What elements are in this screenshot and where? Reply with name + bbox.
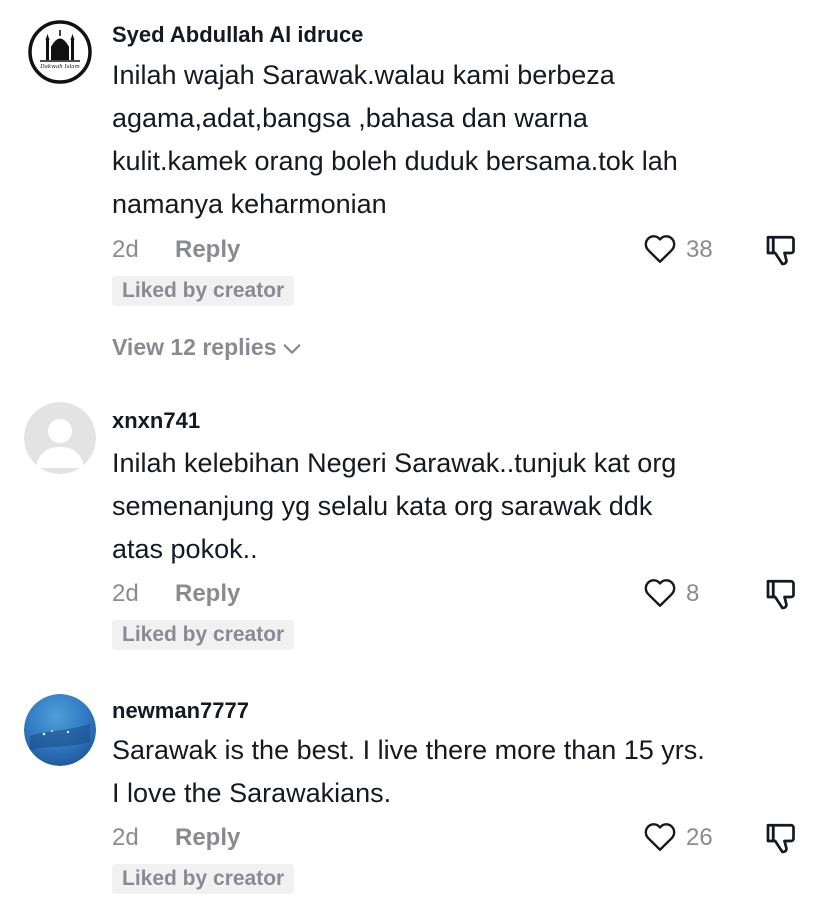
photo-avatar-icon — [24, 694, 96, 766]
reply-button[interactable]: Reply — [175, 236, 240, 264]
comment-text-line: kulit.kamek orang boleh duduk bersama.to… — [112, 146, 678, 176]
avatar-caption: Dakwah Islam — [39, 64, 80, 70]
like-button[interactable] — [642, 575, 678, 611]
view-replies-button[interactable]: View 12 replies — [112, 334, 303, 361]
comment-timestamp: 2d — [112, 236, 139, 263]
username[interactable]: xnxn741 — [112, 408, 200, 434]
username[interactable]: newman7777 — [112, 698, 249, 724]
comment-text: Inilah kelebihan Negeri Sarawak..tunjuk … — [112, 442, 812, 571]
comment-text: Sarawak is the best. I live there more t… — [112, 729, 812, 815]
like-button[interactable] — [642, 231, 678, 267]
comment-timestamp: 2d — [112, 824, 139, 851]
avatar[interactable] — [24, 402, 96, 474]
reply-button[interactable]: Reply — [175, 824, 240, 852]
comment-text-line: agama,adat,bangsa ,bahasa dan warna — [112, 103, 588, 133]
heart-icon — [644, 579, 676, 607]
view-replies-label: View 12 replies — [112, 334, 277, 360]
liked-by-creator-badge: Liked by creator — [112, 864, 295, 894]
liked-by-creator-badge: Liked by creator — [112, 276, 295, 306]
chevron-down-icon — [283, 344, 300, 354]
reply-button[interactable]: Reply — [175, 580, 240, 608]
like-count: 38 — [686, 236, 713, 263]
thumbs-down-icon — [766, 823, 795, 854]
liked-by-creator-badge: Liked by creator — [112, 620, 295, 650]
comment-text-line: Inilah wajah Sarawak.walau kami berbeza — [112, 60, 615, 90]
comment-text-line: I love the Sarawakians. — [112, 778, 392, 808]
mosque-logo-icon: Dakwah Islam — [24, 16, 96, 88]
dislike-button[interactable] — [762, 576, 798, 612]
avatar[interactable] — [24, 694, 96, 766]
thumbs-down-icon — [766, 579, 795, 610]
comment-item: xnxn741 Inilah kelebihan Negeri Sarawak.… — [0, 380, 828, 670]
comment-text-line: namanya keharmonian — [112, 189, 387, 219]
comment-item: newman7777 Sarawak is the best. I live t… — [0, 670, 828, 901]
like-button[interactable] — [642, 819, 678, 855]
comment-text-line: Inilah kelebihan Negeri Sarawak..tunjuk … — [112, 448, 677, 478]
like-count: 8 — [686, 580, 700, 607]
comment-timestamp: 2d — [112, 580, 139, 607]
comment-text: Inilah wajah Sarawak.walau kami berbeza … — [112, 54, 812, 226]
dislike-button[interactable] — [762, 820, 798, 856]
comment-text-line: atas pokok.. — [112, 534, 258, 564]
like-count: 26 — [686, 824, 713, 851]
comment-text-line: semenanjung yg selalu kata org sarawak d… — [112, 491, 653, 521]
comment-text-line: Sarawak is the best. I live there more t… — [112, 735, 705, 765]
heart-icon — [644, 235, 676, 263]
default-avatar-icon — [24, 402, 96, 474]
thumbs-down-icon — [766, 235, 795, 266]
avatar[interactable]: Dakwah Islam — [24, 16, 96, 88]
dislike-button[interactable] — [762, 232, 798, 268]
username[interactable]: Syed Abdullah Al idruce — [112, 22, 363, 48]
heart-icon — [644, 823, 676, 851]
comment-item: Dakwah Islam Syed Abdullah Al idruce Ini… — [0, 0, 828, 380]
